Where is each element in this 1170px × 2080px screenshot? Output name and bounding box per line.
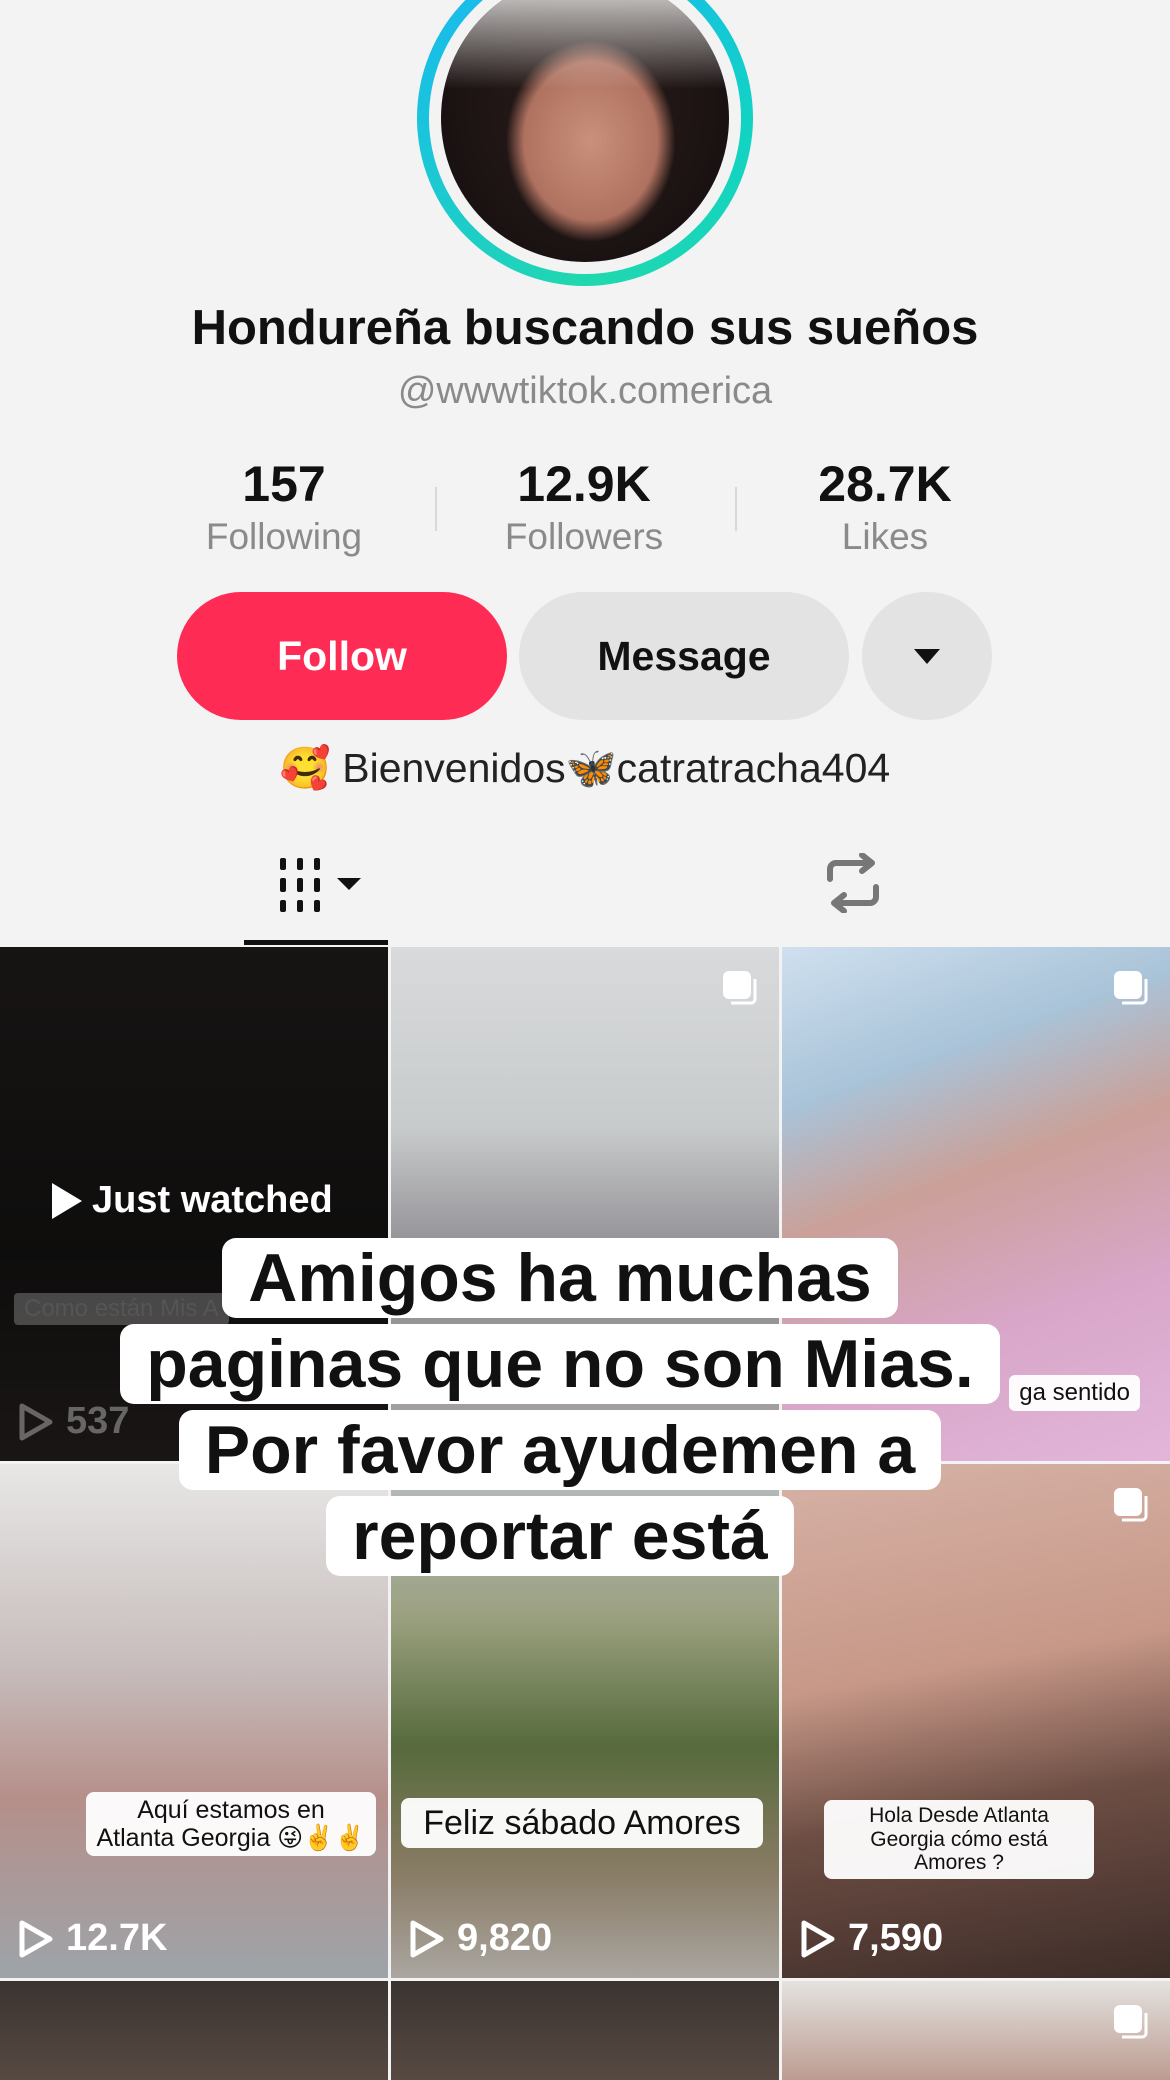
view-count-value: 9,820 bbox=[457, 1917, 553, 1959]
caret-down-icon bbox=[337, 878, 361, 890]
stat-followers[interactable]: 12.9K Followers bbox=[434, 455, 734, 561]
play-outline-icon bbox=[801, 1920, 835, 1957]
follow-button[interactable]: Follow bbox=[177, 592, 507, 720]
repost-icon[interactable] bbox=[818, 853, 888, 913]
video-caption: Hola Desde Atlanta Georgia cómo está Amo… bbox=[824, 1800, 1094, 1879]
more-options-button[interactable] bbox=[862, 592, 992, 720]
stat-value: 28.7K bbox=[818, 456, 952, 512]
view-count: 12.7K bbox=[18, 1917, 167, 1960]
photo-carousel-icon bbox=[1114, 2005, 1148, 2039]
overlay-line: paginas que no son Mias. bbox=[120, 1324, 1000, 1404]
grid-icon bbox=[280, 858, 320, 912]
active-tab-indicator bbox=[244, 940, 388, 945]
stat-label: Followers bbox=[504, 516, 664, 557]
overlay-line: reportar está bbox=[326, 1496, 794, 1576]
profile-bio: 🥰 Bienvenidos🦋catratracha404 bbox=[279, 745, 891, 791]
profile-stats: 157 Following 12.9K Followers 28.7K Like… bbox=[0, 455, 1170, 557]
photo-carousel-icon bbox=[1114, 971, 1148, 1005]
stat-value: 157 bbox=[242, 456, 326, 512]
back-icon[interactable] bbox=[50, 0, 90, 12]
overlay-message: Amigos ha muchas paginas que no son Mias… bbox=[100, 1235, 1020, 1579]
video-caption: ga sentido bbox=[1009, 1375, 1140, 1411]
profile-tabs bbox=[0, 820, 1170, 945]
overlay-line: Amigos ha muchas bbox=[222, 1238, 898, 1318]
just-watched-badge: Just watched bbox=[52, 1179, 333, 1222]
overlay-line: Por favor ayudemen a bbox=[178, 1410, 942, 1490]
video-caption: Feliz sábado Amores bbox=[401, 1798, 763, 1849]
view-count-value: 7,590 bbox=[848, 1917, 944, 1959]
message-button[interactable]: Message bbox=[519, 592, 849, 720]
video-tile[interactable] bbox=[782, 1981, 1170, 2080]
play-icon bbox=[52, 1182, 82, 1219]
video-tile[interactable] bbox=[0, 1981, 388, 2080]
photo-carousel-icon bbox=[723, 971, 757, 1005]
view-count-value: 12.7K bbox=[66, 1917, 168, 1959]
view-count: 7,590 bbox=[800, 1917, 943, 1960]
video-tile[interactable] bbox=[391, 1981, 779, 2080]
display-name: Hondureña buscando sus sueños bbox=[191, 301, 979, 355]
play-outline-icon bbox=[19, 1403, 53, 1440]
username: @wwwtiktok.comerica bbox=[397, 370, 773, 412]
chevron-down-icon bbox=[914, 648, 940, 664]
video-caption: Aquí estamos en Atlanta Georgia 😜✌️✌️ bbox=[86, 1792, 376, 1856]
avatar-border bbox=[429, 0, 741, 274]
stat-value: 12.9K bbox=[517, 456, 651, 512]
avatar-photo bbox=[441, 0, 729, 262]
share-icon[interactable] bbox=[980, 0, 1100, 12]
stat-following[interactable]: 157 Following bbox=[134, 455, 434, 561]
play-outline-icon bbox=[410, 1920, 444, 1957]
tab-videos[interactable] bbox=[244, 820, 388, 945]
view-count: 9,820 bbox=[409, 1917, 552, 1960]
play-outline-icon bbox=[19, 1920, 53, 1957]
photo-carousel-icon bbox=[1114, 1488, 1148, 1522]
stat-label: Likes bbox=[841, 516, 929, 557]
just-watched-label: Just watched bbox=[92, 1179, 333, 1221]
stat-likes[interactable]: 28.7K Likes bbox=[735, 455, 1035, 561]
stat-label: Following bbox=[205, 516, 363, 557]
avatar[interactable] bbox=[417, 0, 753, 286]
